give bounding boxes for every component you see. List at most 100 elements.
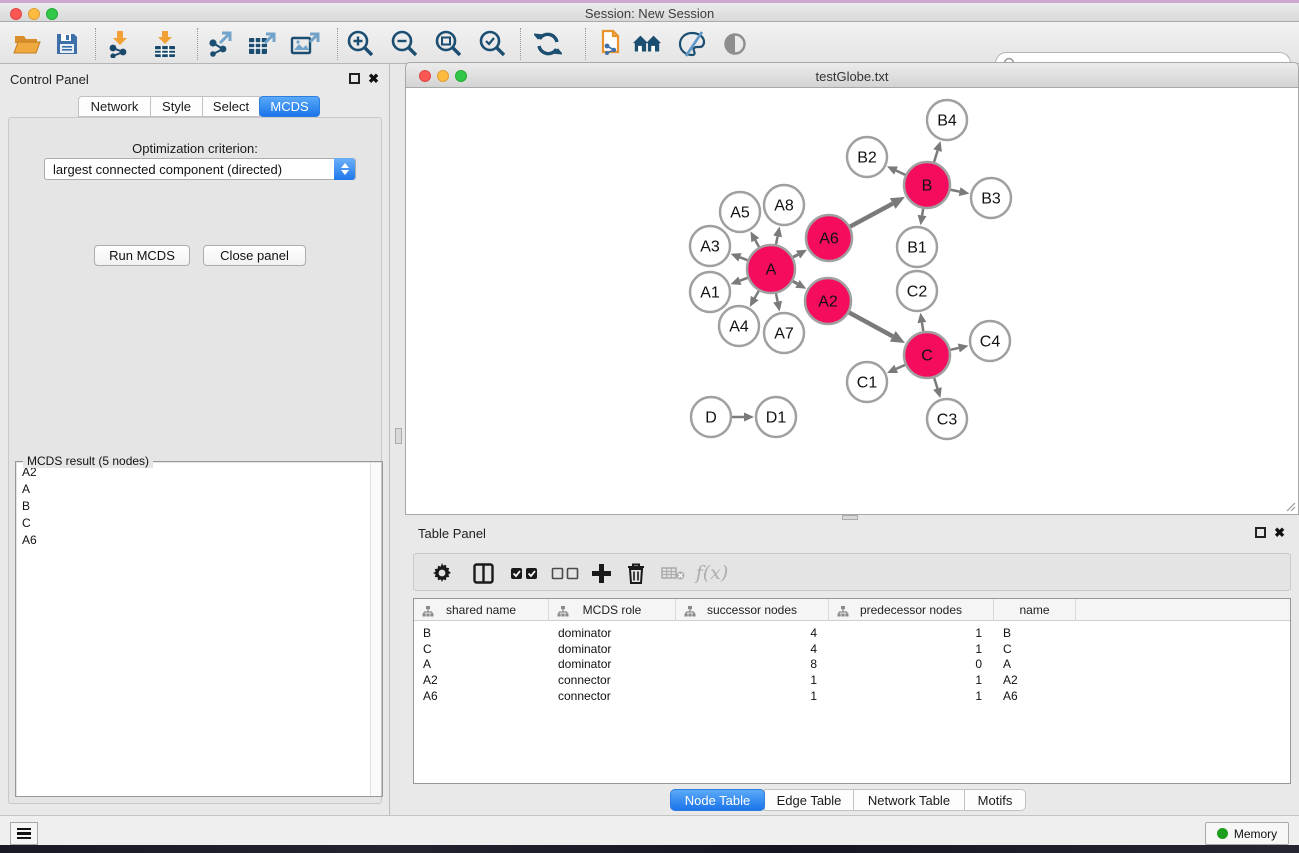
import-table-icon[interactable] [150,29,180,59]
function-builder-icon[interactable]: f(x) [692,558,732,588]
node-table[interactable]: shared nameMCDS rolesuccessor nodesprede… [413,598,1291,784]
tab-node-table[interactable]: Node Table [670,789,765,811]
zoom-out-icon[interactable] [389,29,419,59]
save-session-icon[interactable] [52,29,82,59]
export-network-icon[interactable] [205,29,235,59]
tab-edge-table[interactable]: Edge Table [764,789,854,811]
zoom-fit-icon[interactable] [433,29,463,59]
tab-style[interactable]: Style [150,96,203,117]
export-image-icon[interactable] [290,29,320,59]
graph-edge-B-B2[interactable] [896,171,905,175]
cell-A6-successor-nodes[interactable]: 1 [676,689,817,703]
add-column-icon[interactable] [586,558,616,588]
cell-A6-name[interactable]: A6 [1003,689,1018,703]
column-header-MCDS-role[interactable]: MCDS role [549,599,676,621]
show-panels-button[interactable] [10,822,38,845]
split-divider-grip[interactable] [395,428,402,444]
graph-edge-C-C3[interactable] [934,378,937,389]
select-all-icon[interactable] [506,558,542,588]
cell-A6-shared-name[interactable]: A6 [423,689,438,703]
tab-motifs[interactable]: Motifs [964,789,1026,811]
cell-A-successor-nodes[interactable]: 8 [676,657,817,671]
close-panel-button[interactable]: Close panel [203,245,306,266]
float-panel-icon[interactable] [349,73,360,84]
deselect-all-icon[interactable] [547,558,583,588]
graph-edge-B-B4[interactable] [934,151,938,162]
cell-B-name[interactable]: B [1003,626,1011,640]
graph-edge-A-A6[interactable] [793,254,798,257]
column-header-name[interactable]: name [994,599,1076,621]
cell-B-shared-name[interactable]: B [423,626,431,640]
cell-A2-name[interactable]: A2 [1003,673,1018,687]
result-item-A[interactable]: A [17,480,372,497]
cell-B-MCDS-role[interactable]: dominator [558,626,611,640]
cell-A2-successor-nodes[interactable]: 1 [676,673,817,687]
column-header-successor-nodes[interactable]: successor nodes [676,599,829,621]
tab-network[interactable]: Network [78,96,151,117]
result-item-B[interactable]: B [17,497,372,514]
result-item-C[interactable]: C [17,514,372,531]
delete-icon[interactable] [621,558,651,588]
cell-A-MCDS-role[interactable]: dominator [558,657,611,671]
cell-C-predecessor-nodes[interactable]: 1 [829,642,982,656]
cell-A2-predecessor-nodes[interactable]: 1 [829,673,982,687]
optimization-criterion-select[interactable]: largest connected component (directed) [44,158,356,180]
graph-edge-A6-B[interactable] [850,204,893,227]
network-graph[interactable]: B4B2BB3A8A5A6B1A3AC2A1A2A4A7C4CC1C3DD1 [406,88,1298,513]
cell-C-shared-name[interactable]: C [423,642,432,656]
cell-C-name[interactable]: C [1003,642,1012,656]
graph-edge-A-A3[interactable] [740,257,748,260]
result-scrollbar[interactable] [370,463,381,796]
graph-edge-B-B1[interactable] [922,209,923,216]
cell-C-successor-nodes[interactable]: 4 [676,642,817,656]
graph-edge-C-C1[interactable] [896,365,905,369]
tab-select[interactable]: Select [202,96,260,117]
resize-handle-icon[interactable] [1286,502,1296,512]
run-mcds-button[interactable]: Run MCDS [94,245,190,266]
cell-A2-shared-name[interactable]: A2 [423,673,438,687]
result-item-A6[interactable]: A6 [17,531,372,548]
cell-A-predecessor-nodes[interactable]: 0 [829,657,982,671]
close-panel-icon[interactable]: ✖ [368,73,379,84]
graph-edge-C-C2[interactable] [922,323,923,332]
graph-edge-C-C4[interactable] [950,348,958,350]
close-panel-icon[interactable]: ✖ [1274,527,1285,538]
graph-edge-B-B3[interactable] [951,190,960,192]
column-layout-icon[interactable] [469,558,497,588]
cell-A6-predecessor-nodes[interactable]: 1 [829,689,982,703]
column-header-shared-name[interactable]: shared name [414,599,549,621]
zoom-selected-icon[interactable] [477,29,507,59]
open-file-icon[interactable] [12,29,42,59]
zoom-in-icon[interactable] [345,29,375,59]
cell-B-successor-nodes[interactable]: 4 [676,626,817,640]
tab-network-table[interactable]: Network Table [853,789,965,811]
graph-edge-A-A8[interactable] [776,236,778,244]
graph-edge-A-A5[interactable] [755,240,759,247]
cell-A-shared-name[interactable]: A [423,657,431,671]
style-icon[interactable] [677,29,707,59]
cell-B-predecessor-nodes[interactable]: 1 [829,626,982,640]
eye-icon[interactable] [720,29,750,59]
cell-A2-MCDS-role[interactable]: connector [558,673,611,687]
tab-mcds[interactable]: MCDS [259,96,320,117]
cell-C-MCDS-role[interactable]: dominator [558,642,611,656]
float-panel-icon[interactable] [1255,527,1266,538]
delete-table-icon[interactable] [657,558,689,588]
mcds-result-list[interactable]: A2ABCA6 [17,463,372,796]
graph-edge-A-A7[interactable] [776,293,778,301]
home-icon[interactable] [632,29,662,59]
cell-A-name[interactable]: A [1003,657,1011,671]
graph-edge-A-A1[interactable] [740,278,748,281]
import-network-icon[interactable] [105,29,135,59]
column-header-predecessor-nodes[interactable]: predecessor nodes [829,599,994,621]
memory-button[interactable]: Memory [1205,822,1289,845]
cell-A6-MCDS-role[interactable]: connector [558,689,611,703]
refresh-icon[interactable] [533,29,563,59]
graph-edge-A-A4[interactable] [755,291,759,298]
open-session-icon[interactable] [595,29,625,59]
gear-icon[interactable] [429,558,455,588]
network-canvas[interactable]: B4B2BB3A8A5A6B1A3AC2A1A2A4A7C4CC1C3DD1 [405,88,1299,515]
export-table-icon[interactable] [247,29,277,59]
graph-edge-A2-C[interactable] [849,312,893,336]
graph-edge-A-A2[interactable] [793,281,798,284]
